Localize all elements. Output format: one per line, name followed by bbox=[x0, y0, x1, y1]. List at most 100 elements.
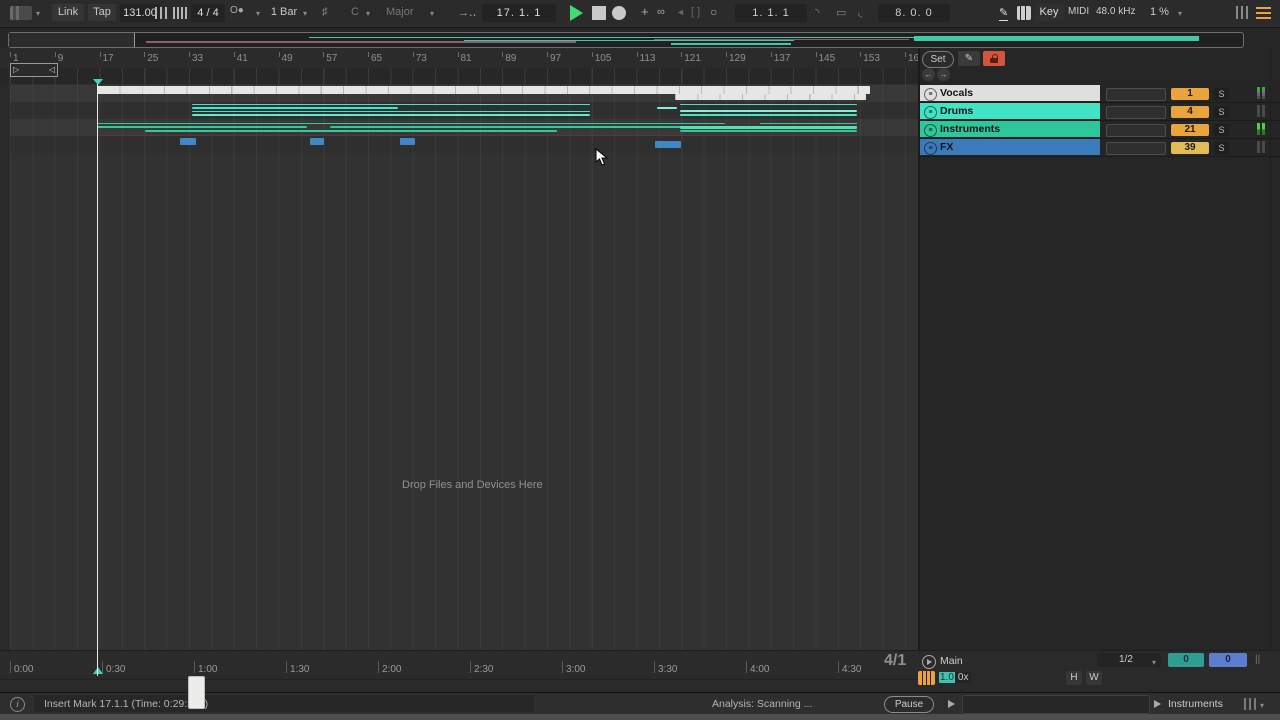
pause-analysis-button[interactable]: Pause bbox=[884, 696, 934, 713]
count-in-selector[interactable]: 1 Bar bbox=[266, 4, 302, 21]
track-name-block[interactable]: ≡FX bbox=[920, 139, 1100, 155]
grid-caret-icon[interactable]: ▾ bbox=[1152, 656, 1156, 670]
scene-in-value[interactable]: 0 bbox=[1168, 653, 1204, 667]
arrangement-area[interactable]: Drop Files and Devices Here bbox=[0, 84, 918, 650]
metronome-icon[interactable]: O● bbox=[230, 5, 244, 16]
tempo-display[interactable]: 131.00 bbox=[120, 4, 160, 22]
clip-drums[interactable] bbox=[192, 114, 590, 116]
solo-button[interactable]: S bbox=[1214, 124, 1229, 136]
track-menu-icon[interactable]: ≡ bbox=[924, 142, 937, 155]
track-menu-icon[interactable]: ≡ bbox=[924, 106, 937, 119]
width-zoom-button[interactable]: W bbox=[1086, 671, 1102, 685]
lock-envelopes-button[interactable] bbox=[983, 51, 1005, 66]
lane-fx[interactable] bbox=[10, 136, 918, 153]
loop-start-handle-icon[interactable]: ▷ bbox=[13, 64, 19, 76]
track-name-block[interactable]: ≡Instruments bbox=[920, 121, 1100, 137]
time-ruler[interactable]: 0:000:301:001:302:002:303:003:304:004:30 bbox=[0, 651, 918, 680]
cpu-load-display[interactable]: 1 % bbox=[1150, 6, 1169, 18]
hamburger-menu-icon[interactable] bbox=[1256, 7, 1271, 19]
ramp-icon[interactable]: ◟ bbox=[858, 6, 862, 19]
arrangement-position-display[interactable]: 17. 1. 1 bbox=[482, 4, 556, 22]
track-row[interactable]: ≡Drums 4S bbox=[920, 103, 1280, 121]
clip-drums[interactable] bbox=[192, 104, 590, 106]
track-inset-box[interactable] bbox=[1106, 88, 1166, 101]
draw-mode-icon[interactable]: ✎ bbox=[999, 6, 1008, 21]
midi-map-button[interactable]: MIDI bbox=[1068, 6, 1089, 17]
prev-locator-button[interactable]: ← bbox=[922, 68, 935, 81]
track-inset-box[interactable] bbox=[1106, 142, 1166, 155]
track-row[interactable]: ≡FX 39 S bbox=[920, 139, 1280, 157]
key-root-caret-icon[interactable]: ▾ bbox=[366, 9, 370, 18]
punch-loop-icon[interactable]: ▭ bbox=[836, 6, 846, 19]
track-menu-icon[interactable]: ≡ bbox=[924, 124, 937, 137]
clip-instruments[interactable] bbox=[97, 123, 725, 125]
clip-instruments[interactable] bbox=[330, 126, 725, 128]
clip-vocals[interactable] bbox=[675, 94, 866, 100]
track-inset-box[interactable] bbox=[1106, 124, 1166, 137]
add-locator-button[interactable]: + bbox=[641, 4, 649, 19]
stop-button[interactable] bbox=[592, 6, 606, 20]
computer-midi-keyboard-icon[interactable] bbox=[1017, 6, 1031, 20]
back-to-arrangement-icon[interactable]: ◄ bbox=[676, 7, 685, 17]
preview-field[interactable] bbox=[962, 695, 1150, 714]
track-menu-icon[interactable]: ≡ bbox=[924, 88, 937, 101]
record-button[interactable] bbox=[612, 6, 626, 20]
view-options-icon[interactable] bbox=[10, 6, 32, 20]
key-map-button[interactable]: Key bbox=[1034, 4, 1064, 21]
clip-instruments[interactable] bbox=[760, 123, 857, 125]
clip-instruments[interactable] bbox=[97, 126, 307, 128]
loop-end-handle-icon[interactable]: ◁ bbox=[49, 64, 55, 76]
clip-drums[interactable] bbox=[680, 104, 857, 106]
nudge-up-icon[interactable] bbox=[173, 7, 187, 19]
link-button[interactable]: Link bbox=[52, 4, 84, 21]
beat-time-ruler[interactable]: 1917253341495765738189971051131211291371… bbox=[0, 48, 918, 68]
clip-drums[interactable] bbox=[192, 107, 398, 109]
clip-instruments[interactable] bbox=[97, 135, 857, 137]
tap-tempo-button[interactable]: Tap bbox=[88, 4, 116, 21]
clip-vocals[interactable] bbox=[97, 86, 870, 94]
clip-drums[interactable] bbox=[657, 107, 677, 109]
time-insert-marker-icon[interactable] bbox=[93, 667, 103, 674]
loop-length-display[interactable]: 8. 0. 0 bbox=[878, 4, 950, 22]
track-number-badge[interactable]: 1 bbox=[1171, 88, 1209, 100]
preview-play-icon[interactable] bbox=[948, 700, 955, 708]
plugin-play-icon[interactable] bbox=[1154, 700, 1161, 708]
arrangement-overview[interactable] bbox=[8, 32, 1244, 48]
solo-button[interactable]: S bbox=[1214, 106, 1229, 118]
dragged-clip-ghost[interactable] bbox=[188, 676, 205, 709]
clip-instruments[interactable] bbox=[680, 126, 857, 129]
next-locator-button[interactable]: → bbox=[937, 68, 950, 81]
resize-handle-icon[interactable]: || bbox=[1255, 654, 1260, 665]
track-number-badge[interactable]: 39 bbox=[1171, 142, 1209, 154]
clip-drums[interactable] bbox=[680, 110, 857, 112]
clip-drums[interactable] bbox=[192, 111, 590, 113]
cpu-caret-icon[interactable]: ▾ bbox=[1178, 9, 1182, 18]
view-options-caret-icon[interactable]: ▾ bbox=[36, 9, 40, 18]
track-inset-box[interactable] bbox=[1106, 106, 1166, 119]
follow-button[interactable]: →‥ bbox=[458, 6, 476, 19]
scale-caret-icon[interactable]: ▾ bbox=[430, 9, 434, 18]
loop-region-marker[interactable]: ▷ ◁ bbox=[10, 63, 58, 77]
time-signature-display[interactable]: 4 / 4 bbox=[191, 4, 225, 22]
clip-drums[interactable] bbox=[680, 114, 857, 116]
solo-button[interactable]: S bbox=[1214, 142, 1229, 154]
loop-switch-icon[interactable]: ○ bbox=[710, 5, 717, 19]
fade-icon[interactable]: ◝ bbox=[815, 6, 819, 19]
loop-start-display[interactable]: 1. 1. 1 bbox=[735, 4, 807, 22]
clip-instruments[interactable] bbox=[145, 130, 557, 132]
track-row[interactable]: ≡Vocals 1S bbox=[920, 85, 1280, 103]
solo-button[interactable]: S bbox=[1214, 88, 1229, 100]
track-row[interactable]: ≡Instruments 21 S bbox=[920, 121, 1280, 139]
clip-fx[interactable] bbox=[310, 138, 324, 145]
track-name-block[interactable]: ≡Vocals bbox=[920, 85, 1100, 101]
session-record-link-icon[interactable]: ∞ bbox=[657, 6, 665, 18]
scene-out-value[interactable]: 0 bbox=[1209, 653, 1247, 667]
midi-keyboard-indicator-icon[interactable] bbox=[918, 671, 935, 685]
track-name-block[interactable]: ≡Drums bbox=[920, 103, 1100, 119]
clip-fx[interactable] bbox=[400, 138, 415, 145]
clip-fx[interactable] bbox=[655, 141, 681, 148]
output-caret-icon[interactable]: ▾ bbox=[1260, 701, 1264, 710]
track-number-badge[interactable]: 4 bbox=[1171, 106, 1209, 118]
track-number-badge[interactable]: 21 bbox=[1171, 124, 1209, 136]
metronome-caret-icon[interactable]: ▾ bbox=[256, 9, 260, 18]
